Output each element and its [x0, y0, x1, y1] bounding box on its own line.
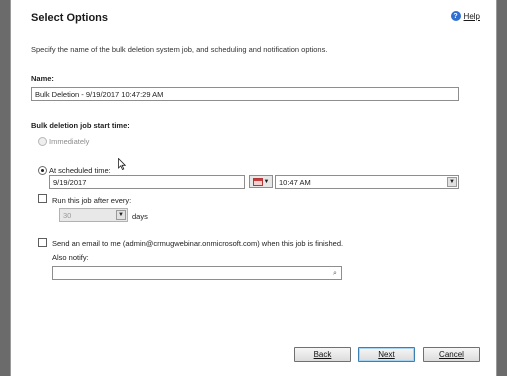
- scheduled-time-label: At scheduled time:: [49, 166, 111, 175]
- scheduled-date-input[interactable]: 9/19/2017: [49, 175, 245, 189]
- date-picker-button[interactable]: ▼: [249, 175, 273, 188]
- run-after-label: Run this job after every:: [52, 196, 132, 205]
- select-options-dialog: Select Options ? Help Specify the name o…: [10, 0, 497, 376]
- calendar-icon: [252, 177, 263, 186]
- dialog-title: Select Options: [31, 12, 109, 24]
- scheduled-time-select[interactable]: 10:47 AM ▼: [275, 175, 459, 189]
- next-button-label: Next: [378, 350, 395, 359]
- back-button[interactable]: Back: [294, 347, 351, 362]
- immediately-label: Immediately: [49, 137, 90, 146]
- interval-value: 30: [63, 211, 72, 220]
- chevron-down-icon: ▼: [116, 210, 126, 220]
- send-email-checkbox[interactable]: [38, 238, 47, 247]
- cancel-button[interactable]: Cancel: [423, 347, 480, 362]
- help-icon: ?: [450, 11, 461, 21]
- scheduled-time-value: 10:47 AM: [279, 178, 311, 187]
- name-label: Name:: [31, 74, 54, 83]
- next-button[interactable]: Next: [358, 347, 415, 362]
- name-input[interactable]: Bulk Deletion - 9/19/2017 10:47:29 AM: [31, 87, 459, 101]
- help-link[interactable]: ? Help: [450, 11, 480, 21]
- scheduled-time-radio[interactable]: [38, 166, 47, 175]
- run-after-checkbox[interactable]: [38, 194, 47, 203]
- also-notify-input[interactable]: ⌕: [52, 266, 342, 280]
- chevron-down-icon: ▼: [447, 177, 457, 187]
- also-notify-label: Also notify:: [52, 253, 89, 262]
- interval-unit-label: days: [132, 212, 148, 221]
- start-time-label: Bulk deletion job start time:: [31, 121, 130, 130]
- dialog-description: Specify the name of the bulk deletion sy…: [31, 45, 328, 54]
- mouse-pointer-icon: [118, 158, 126, 170]
- send-email-label: Send an email to me (admin@crmugwebinar.…: [52, 239, 344, 248]
- interval-select[interactable]: 30 ▼: [59, 208, 128, 222]
- help-label: Help: [463, 11, 480, 21]
- back-button-label: Back: [313, 350, 332, 359]
- cancel-button-label: Cancel: [439, 350, 464, 359]
- lookup-icon[interactable]: ⌕: [330, 268, 340, 278]
- chevron-down-icon: ▼: [263, 178, 270, 185]
- immediately-radio[interactable]: [38, 137, 47, 146]
